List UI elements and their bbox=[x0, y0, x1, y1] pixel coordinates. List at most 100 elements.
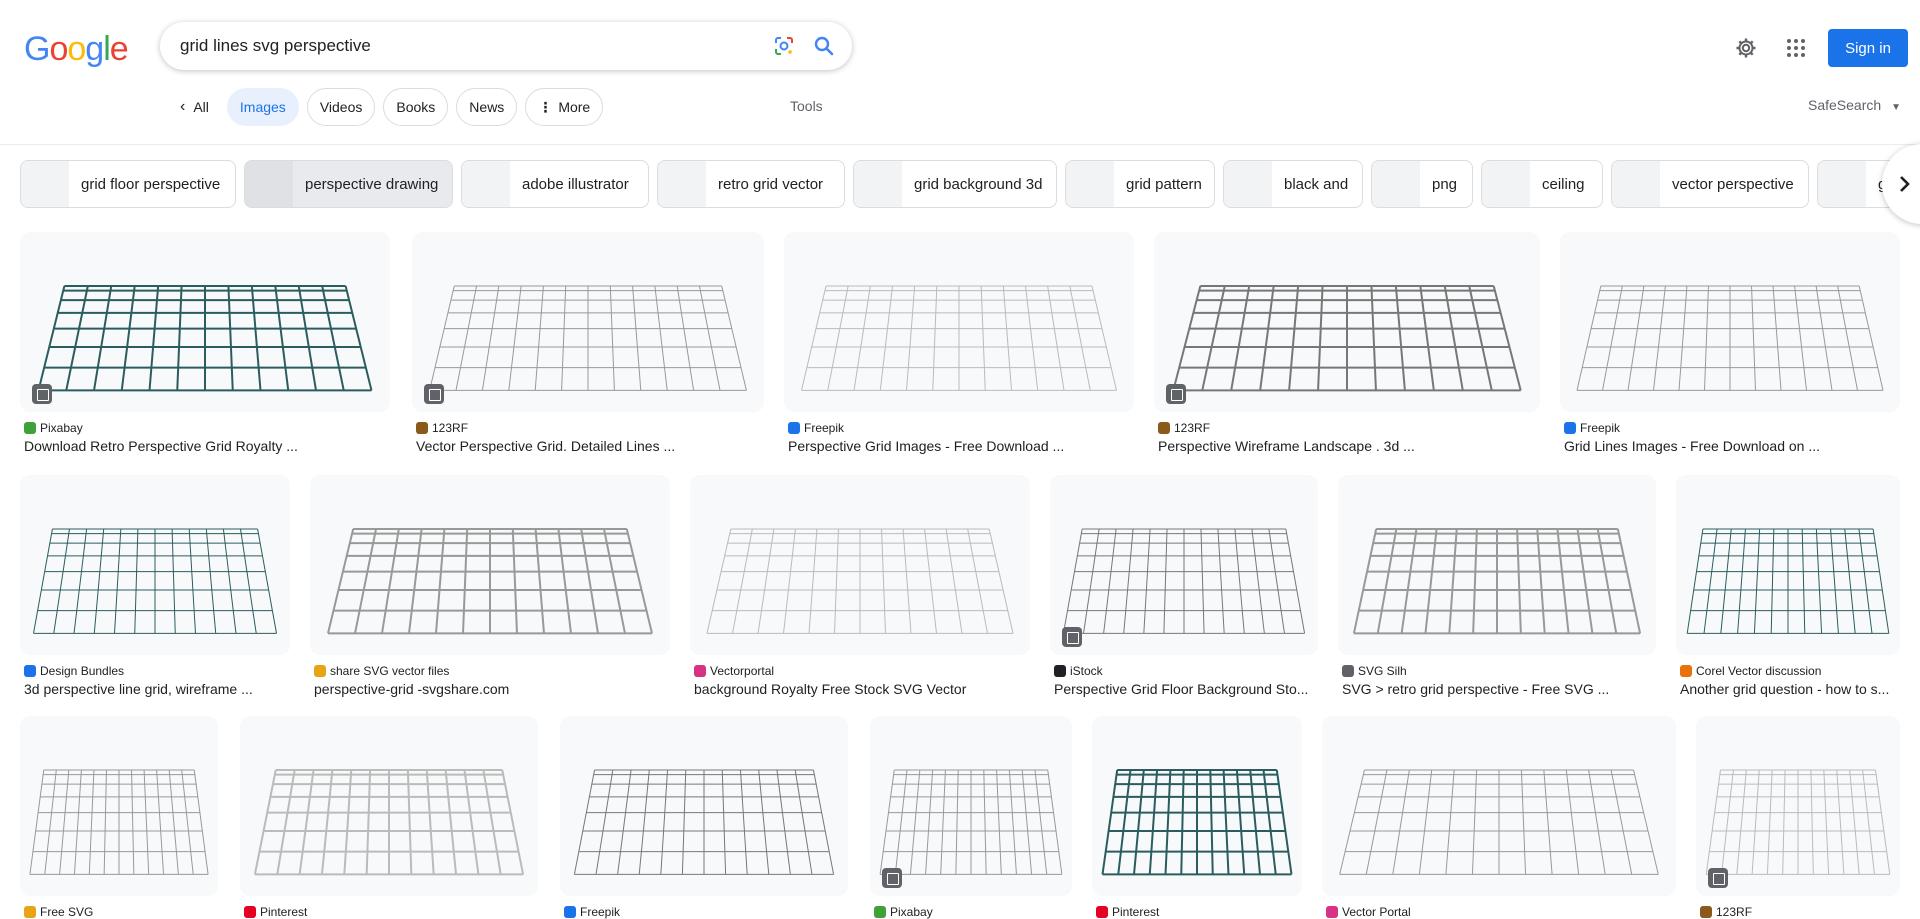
result-thumbnail[interactable] bbox=[784, 232, 1134, 412]
chips-next-button[interactable] bbox=[1882, 144, 1920, 224]
search-box[interactable] bbox=[160, 22, 852, 70]
safesearch-menu[interactable]: SafeSearch ▼ bbox=[1808, 97, 1901, 113]
source-name: Design Bundles bbox=[40, 664, 125, 678]
result-thumbnail[interactable] bbox=[560, 716, 848, 896]
result-title-link[interactable]: Download Retro Perspective Grid Royalty … bbox=[24, 438, 390, 454]
result-source[interactable]: Pinterest bbox=[244, 905, 307, 919]
chip-black-and[interactable]: black and bbox=[1223, 160, 1363, 208]
source-name: share SVG vector files bbox=[330, 664, 450, 678]
search-icon[interactable] bbox=[812, 34, 836, 58]
result-thumbnail[interactable] bbox=[1676, 475, 1900, 655]
grid-thumbnail-graphic bbox=[1172, 285, 1522, 392]
chip-vector-perspective[interactable]: vector perspective bbox=[1611, 160, 1809, 208]
tab-books[interactable]: Books bbox=[383, 88, 449, 126]
tab-label: News bbox=[469, 99, 505, 115]
result-source[interactable]: Design Bundles bbox=[24, 664, 124, 678]
result-source[interactable]: Vectorportal bbox=[694, 664, 774, 678]
result-title-link[interactable]: 3d perspective line grid, wireframe ... bbox=[24, 681, 290, 697]
tab-label: Images bbox=[239, 99, 286, 115]
google-apps-icon[interactable] bbox=[1784, 36, 1808, 60]
source-favicon-icon bbox=[1096, 906, 1108, 918]
chip-grid-floor-perspective[interactable]: grid floor perspective bbox=[20, 160, 236, 208]
result-source[interactable]: SVG Silh bbox=[1342, 664, 1407, 678]
result-thumbnail[interactable] bbox=[1338, 475, 1656, 655]
chip-grid-background-3d[interactable]: grid background 3d bbox=[853, 160, 1057, 208]
chip-thumbnail bbox=[245, 161, 293, 207]
result-source[interactable]: Freepik bbox=[564, 905, 620, 919]
grid-thumbnail-graphic bbox=[1352, 528, 1642, 635]
result-source[interactable]: Pixabay bbox=[24, 421, 83, 435]
result-thumbnail[interactable] bbox=[1154, 232, 1540, 412]
chip-grid-pattern[interactable]: grid pattern bbox=[1065, 160, 1215, 208]
settings-gear-icon[interactable] bbox=[1734, 36, 1758, 60]
sign-in-button[interactable]: Sign in bbox=[1828, 29, 1908, 67]
result-source[interactable]: Pixabay bbox=[874, 905, 933, 919]
result-title-link[interactable]: perspective-grid -svgshare.com bbox=[314, 681, 670, 697]
result-source[interactable]: share SVG vector files bbox=[314, 664, 449, 678]
result-thumbnail[interactable] bbox=[20, 232, 390, 412]
result-title-link[interactable]: SVG > retro grid perspective - Free SVG … bbox=[1342, 681, 1656, 697]
chip-png[interactable]: png bbox=[1371, 160, 1473, 208]
result-source[interactable]: 123RF bbox=[1158, 421, 1210, 435]
safesearch-label: SafeSearch bbox=[1808, 97, 1882, 113]
result-source[interactable]: Pinterest bbox=[1096, 905, 1159, 919]
result-title-link[interactable]: Another grid question - how to s... bbox=[1680, 681, 1900, 697]
result-source[interactable]: 123RF bbox=[1700, 905, 1752, 919]
result-thumbnail[interactable] bbox=[870, 716, 1072, 896]
result-thumbnail[interactable] bbox=[20, 716, 218, 896]
result-source[interactable]: Vector Portal bbox=[1326, 905, 1411, 919]
chip-ceiling[interactable]: ceiling bbox=[1481, 160, 1603, 208]
result-source[interactable]: iStock bbox=[1054, 664, 1103, 678]
chip-retro-grid-vector[interactable]: retro grid vector bbox=[657, 160, 845, 208]
tab-all[interactable]: ‹ All bbox=[170, 88, 219, 126]
result-thumbnail[interactable] bbox=[310, 475, 670, 655]
tab-videos[interactable]: Videos bbox=[306, 88, 376, 126]
result-thumbnail[interactable] bbox=[1322, 716, 1676, 896]
grid-thumbnail-graphic bbox=[33, 528, 277, 634]
tab-news[interactable]: News bbox=[456, 88, 518, 126]
result-title-link[interactable]: Vector Perspective Grid. Detailed Lines … bbox=[416, 438, 764, 454]
result-thumbnail[interactable] bbox=[1050, 475, 1318, 655]
result-title-link[interactable]: background Royalty Free Stock SVG Vector bbox=[694, 681, 1030, 697]
result-source[interactable]: Corel Vector discussion bbox=[1680, 664, 1821, 678]
chip-label: ceiling bbox=[1542, 175, 1585, 193]
google-lens-icon[interactable] bbox=[772, 34, 796, 58]
chip-label: grid pattern bbox=[1126, 175, 1202, 193]
source-name: Pixabay bbox=[890, 905, 933, 919]
result-thumbnail[interactable] bbox=[20, 475, 290, 655]
result-title-link[interactable]: Perspective Grid Floor Background Sto... bbox=[1054, 681, 1318, 697]
google-logo[interactable]: Google bbox=[24, 30, 129, 69]
related-searches-chips: grid floor perspective perspective drawi… bbox=[20, 160, 1907, 208]
chip-perspective-drawing[interactable]: perspective drawing bbox=[244, 160, 453, 208]
image-badge-icon bbox=[424, 384, 444, 404]
source-name: Pinterest bbox=[260, 905, 308, 919]
result-source[interactable]: Freepik bbox=[1564, 421, 1620, 435]
grid-thumbnail-graphic bbox=[253, 769, 525, 876]
chip-label: retro grid vector bbox=[718, 175, 824, 193]
grid-thumbnail-graphic bbox=[327, 528, 653, 635]
result-thumbnail[interactable] bbox=[240, 716, 538, 896]
result-title-link[interactable]: Grid Lines Images - Free Download on ... bbox=[1564, 438, 1900, 454]
result-source[interactable]: Freepik bbox=[788, 421, 844, 435]
source-favicon-icon bbox=[1680, 665, 1692, 677]
result-thumbnail[interactable] bbox=[1092, 716, 1302, 896]
result-thumbnail[interactable] bbox=[690, 475, 1030, 655]
grid-thumbnail-graphic bbox=[1062, 528, 1306, 634]
result-source[interactable]: Free SVG bbox=[24, 905, 93, 919]
tools-button[interactable]: Tools bbox=[790, 98, 823, 114]
result-thumbnail[interactable] bbox=[1696, 716, 1900, 896]
result-source[interactable]: 123RF bbox=[416, 421, 468, 435]
chip-thumbnail bbox=[1482, 161, 1530, 207]
chip-label: grid background 3d bbox=[914, 175, 1043, 193]
chevron-right-icon bbox=[1900, 176, 1910, 192]
chip-adobe-illustrator[interactable]: adobe illustrator bbox=[461, 160, 649, 208]
result-title-link[interactable]: Perspective Wireframe Landscape . 3d ... bbox=[1158, 438, 1540, 454]
source-name: Pinterest bbox=[1112, 905, 1160, 919]
search-input[interactable] bbox=[180, 22, 740, 70]
result-thumbnail[interactable] bbox=[412, 232, 764, 412]
tab-images[interactable]: Images bbox=[226, 88, 299, 126]
result-title-link[interactable]: Perspective Grid Images - Free Download … bbox=[788, 438, 1134, 454]
tab-more[interactable]: ⋮ More bbox=[525, 88, 604, 126]
image-badge-icon bbox=[1166, 384, 1186, 404]
result-thumbnail[interactable] bbox=[1560, 232, 1900, 412]
